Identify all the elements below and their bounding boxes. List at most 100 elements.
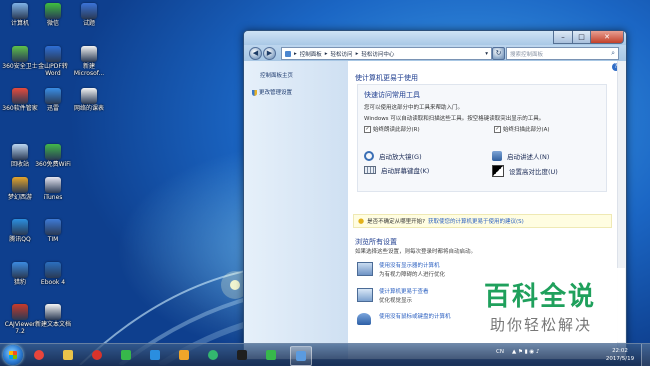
- window-titlebar[interactable]: – □ ✕: [244, 31, 626, 45]
- control-panel-icon: [285, 50, 291, 57]
- clock[interactable]: 22:02 2017/5/19: [603, 347, 637, 363]
- desktop-icon-label: 腾讯QQ: [9, 236, 31, 243]
- forward-button[interactable]: ▶: [263, 47, 276, 60]
- contrast-icon: [492, 165, 504, 177]
- show-desktop-button[interactable]: [641, 344, 650, 366]
- taskbar-iqiyi-button[interactable]: [116, 346, 136, 364]
- language-indicator[interactable]: CN: [496, 349, 504, 355]
- shield-icon: [252, 89, 257, 96]
- tray-icons[interactable]: ▲ ⚑ ▮ ◉ ♪: [512, 349, 540, 355]
- suggestion-text: 是否不确定从哪里开始?: [367, 219, 426, 225]
- app-icon: [81, 88, 97, 104]
- desktop-icon-label: Ebook 4: [40, 279, 66, 286]
- desktop-icon[interactable]: 迅雷: [33, 88, 73, 112]
- app-icon: [12, 262, 28, 278]
- clock-date: 2017/5/19: [605, 356, 635, 362]
- desktop-icon[interactable]: 新建Microsof...: [69, 46, 109, 77]
- taskbar-chrome-button[interactable]: [29, 346, 49, 364]
- narrator-icon: [492, 151, 502, 161]
- start-magnifier-button[interactable]: 启动放大镜(G): [364, 151, 422, 161]
- search-input[interactable]: 搜索控制面板 ⌕: [506, 47, 619, 60]
- app-icon: [45, 3, 61, 19]
- taskbar-star-button[interactable]: [145, 346, 165, 364]
- windows-logo-icon: [9, 351, 17, 359]
- desktop-icon-label: 迅雷: [46, 105, 59, 112]
- keyboard-icon: [364, 166, 376, 174]
- desktop-icon[interactable]: TIM: [33, 219, 73, 243]
- desktop-icon-label: iTunes: [43, 194, 63, 201]
- read-section-checkbox[interactable]: ✓ 始终朗读此部分(R): [364, 125, 420, 133]
- start-onscreen-keyboard-button[interactable]: 启动屏幕键盘(K): [364, 165, 429, 175]
- netease-music-icon: [92, 350, 102, 360]
- control-panel-icon: [296, 351, 306, 361]
- taskbar-iqiyi-2-button[interactable]: [261, 346, 281, 364]
- taskbar-control-panel-button[interactable]: [290, 346, 312, 366]
- scan-section-checkbox[interactable]: ✓ 始终扫描此部分(A): [494, 125, 550, 133]
- use-without-display-link[interactable]: 使用没有显示器的计算机: [379, 261, 440, 269]
- app-icon: [45, 177, 61, 193]
- navigation-bar: ◀ ▶ ▸ 控制面板 ▸ 轻松访问 ▸ 轻松访问中心 ▾ ↻ 搜索控制面板 ⌕: [244, 45, 626, 61]
- chrome-icon: [34, 350, 44, 360]
- left-pane: 控制面板主页 更改管理设置: [244, 61, 348, 359]
- wifi-icon: [208, 350, 218, 360]
- lightbulb-icon: ●: [358, 217, 365, 225]
- clock-time: 22:02: [612, 348, 628, 354]
- easier-to-see-link[interactable]: 使计算机更易于查看: [379, 287, 429, 295]
- set-high-contrast-button[interactable]: 设置高对比度(U): [492, 165, 558, 177]
- minimize-button[interactable]: –: [553, 31, 573, 44]
- breadcrumb-item-ease-center[interactable]: 轻松访问中心: [361, 50, 394, 58]
- desktop-icon[interactable]: 金山PDF转Word: [33, 46, 73, 77]
- app-icon: [12, 88, 28, 104]
- desktop-icon-label: 微信: [46, 20, 59, 27]
- start-button[interactable]: [3, 345, 23, 365]
- display-icon: [357, 288, 373, 302]
- desktop-icon[interactable]: 微信: [33, 3, 73, 27]
- read-section-label: 始终朗读此部分(R): [373, 127, 420, 133]
- quick-access-line1: 您可以使用这部分中的工具来帮助入门。: [364, 105, 464, 111]
- checkbox-icon: ✓: [494, 126, 501, 133]
- desktop-icon-label: 360免费WiFi: [35, 161, 71, 168]
- desktop-icon[interactable]: 网络的课表: [69, 88, 109, 112]
- breadcrumb-item-control-panel[interactable]: 控制面板: [300, 50, 322, 58]
- breadcrumb-item-ease-of-access[interactable]: 轻松访问: [331, 50, 353, 58]
- refresh-button[interactable]: ↻: [492, 47, 505, 60]
- change-admin-label: 更改管理设置: [259, 90, 293, 96]
- quick-access-line2: Windows 可以自动读取和扫描这些工具。按空格键读取突出显示的工具。: [364, 116, 545, 122]
- get-recommendations-link[interactable]: 获取使您的计算机更易于使用的建议(S): [428, 217, 524, 225]
- search-placeholder: 搜索控制面板: [510, 51, 544, 58]
- desktop-icon[interactable]: 试题: [69, 3, 109, 27]
- back-button[interactable]: ◀: [249, 47, 262, 60]
- app-icon: [12, 3, 28, 19]
- taskbar-netease-music-button[interactable]: [87, 346, 107, 364]
- control-panel-home-link[interactable]: 控制面板主页: [260, 71, 293, 79]
- scan-section-label: 始终扫描此部分(A): [503, 127, 550, 133]
- desktop-icon[interactable]: Ebook 4: [33, 262, 73, 286]
- quick-access-title: 快速访问常用工具: [364, 91, 420, 99]
- change-admin-link[interactable]: 更改管理设置: [252, 88, 292, 96]
- address-dropdown-icon[interactable]: ▾: [485, 51, 488, 57]
- taskbar-wifi-button[interactable]: [203, 346, 223, 364]
- desktop-icon-label: 网络的课表: [73, 105, 104, 112]
- browse-settings-description: 如果选择这些设置，则每次登录时都将自动启动。: [355, 249, 477, 255]
- easier-to-see-desc: 优化视觉显示: [379, 298, 413, 304]
- app-icon: [12, 144, 28, 160]
- desktop-icon[interactable]: 新建文本文档: [33, 304, 73, 328]
- desktop-icon-label: 回收站: [10, 161, 29, 168]
- desktop-icon[interactable]: 360免费WiFi: [33, 144, 73, 168]
- start-narrator-label: 启动讲述人(N): [507, 153, 550, 161]
- taskbar-explorer-button[interactable]: [58, 346, 78, 364]
- desktop-icon[interactable]: iTunes: [33, 177, 73, 201]
- maximize-button[interactable]: □: [572, 31, 591, 44]
- address-bar[interactable]: ▸ 控制面板 ▸ 轻松访问 ▸ 轻松访问中心 ▾: [281, 47, 492, 60]
- terminal-icon: [237, 350, 247, 360]
- close-button[interactable]: ✕: [590, 31, 624, 44]
- magnifier-icon: [364, 151, 374, 161]
- app-icon: [12, 219, 28, 235]
- taskbar-terminal-button[interactable]: [232, 346, 252, 364]
- desktop-icon-label: TIM: [47, 236, 59, 243]
- iqiyi-2-icon: [266, 350, 276, 360]
- search-icon[interactable]: ⌕: [611, 49, 615, 58]
- taskbar-ie-button[interactable]: [174, 346, 194, 364]
- use-without-mouse-link[interactable]: 使用没有鼠标或键盘的计算机: [379, 312, 451, 320]
- start-narrator-button[interactable]: 启动讲述人(N): [492, 151, 549, 161]
